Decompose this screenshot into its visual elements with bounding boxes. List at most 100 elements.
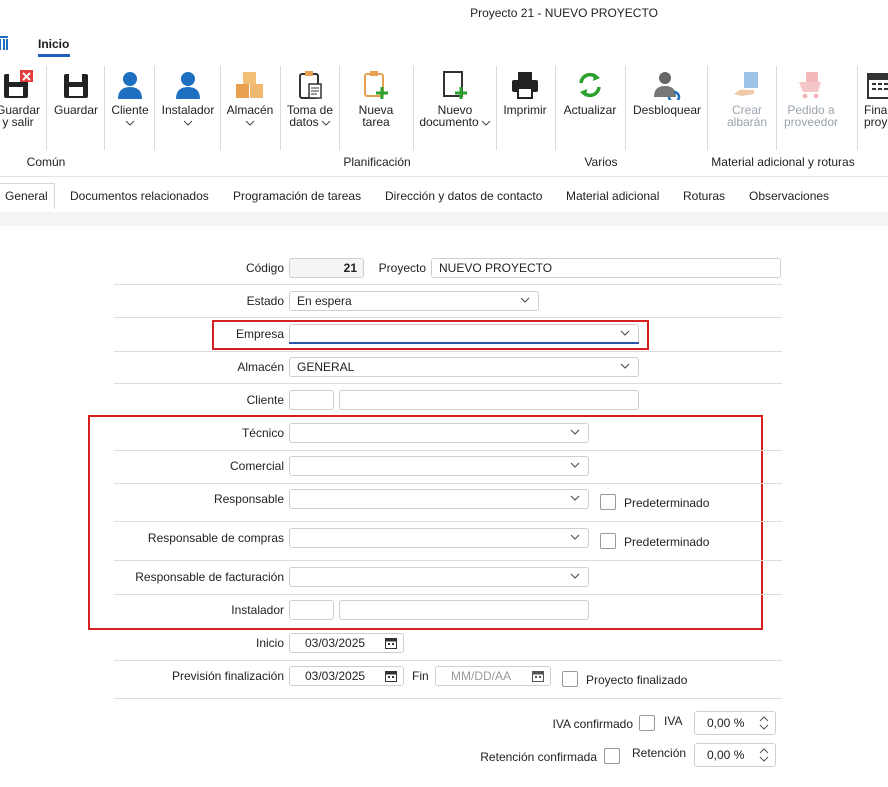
cliente-name-input[interactable] xyxy=(339,390,639,410)
crear-albaran-button[interactable]: Crear albarán xyxy=(722,70,772,128)
iva-spinner[interactable]: 0,00 % xyxy=(694,711,776,735)
calendar-icon[interactable] xyxy=(385,670,397,682)
tab-direccion-contacto[interactable]: Dirección y datos de contacto xyxy=(385,189,542,203)
inicio-value: 03/03/2025 xyxy=(305,636,366,650)
cart-icon xyxy=(799,72,821,99)
new-document-icon xyxy=(443,71,467,99)
save-button[interactable]: Guardar xyxy=(52,70,100,116)
instalador-button[interactable]: Instalador xyxy=(160,70,216,128)
inicio-label: Inicio xyxy=(255,636,284,650)
save-label: Guardar xyxy=(53,103,99,117)
ribbon-separator xyxy=(46,66,47,150)
finalizar-proyecto-button[interactable]: Fina proy xyxy=(862,70,888,128)
retencion-spinner[interactable]: 0,00 % xyxy=(694,743,776,767)
calendar-icon[interactable] xyxy=(532,670,544,682)
tab-documentos-relacionados[interactable]: Documentos relacionados xyxy=(70,189,209,203)
tab-programacion-tareas[interactable]: Programación de tareas xyxy=(233,189,361,203)
save-and-exit-button[interactable]: Guardar y salir xyxy=(0,70,42,128)
ribbon-separator xyxy=(555,66,556,150)
tab-material-adicional[interactable]: Material adicional xyxy=(566,189,659,203)
tab-general[interactable]: General xyxy=(0,183,55,209)
inicio-date-input[interactable]: 03/03/2025 xyxy=(289,633,404,653)
retencion-value: 0,00 % xyxy=(707,748,745,762)
spinner-arrows-icon[interactable] xyxy=(758,748,770,762)
cliente-code-input[interactable] xyxy=(289,390,334,410)
finalizar-proyecto-label-2: proy xyxy=(864,115,888,129)
responsable-predeterminado-checkbox[interactable] xyxy=(600,494,616,510)
tecnico-label: Técnico xyxy=(241,426,284,440)
boxes-icon xyxy=(236,72,263,98)
responsable-facturacion-label: Responsable de facturación xyxy=(135,570,284,584)
iva-value: 0,00 % xyxy=(707,716,745,730)
responsable-select[interactable] xyxy=(289,489,589,509)
nuevo-documento-label-2: documento xyxy=(418,116,492,128)
printer-icon xyxy=(512,72,538,99)
row-divider xyxy=(114,383,782,384)
proyecto-finalizado-checkbox[interactable] xyxy=(562,671,578,687)
nuevo-documento-label-2-text: documento xyxy=(419,115,479,129)
save-and-exit-label-2: y salir xyxy=(2,115,34,129)
comercial-select[interactable] xyxy=(289,456,589,476)
actualizar-button[interactable]: Actualizar xyxy=(560,70,620,116)
menu-tab-inicio[interactable]: Inicio xyxy=(38,37,69,51)
delivery-note-icon xyxy=(734,72,758,96)
codigo-label: Código xyxy=(245,261,284,275)
row-divider xyxy=(114,521,782,522)
nuevo-documento-button[interactable]: Nuevo documento xyxy=(418,70,492,128)
tab-observaciones[interactable]: Observaciones xyxy=(749,189,829,203)
row-divider xyxy=(114,660,782,661)
chevron-down-icon xyxy=(183,120,193,126)
prevision-date-input[interactable]: 03/03/2025 xyxy=(289,666,404,686)
responsable-compras-label: Responsable de compras xyxy=(147,531,284,545)
retencion-confirmada-label: Retención confirmada xyxy=(480,750,597,764)
fin-date-input[interactable]: MM/DD/AA xyxy=(435,666,551,686)
proyecto-label: Proyecto xyxy=(378,261,426,275)
responsable-compras-select[interactable] xyxy=(289,528,589,548)
row-divider xyxy=(114,317,782,318)
tab-roturas[interactable]: Roturas xyxy=(683,189,725,203)
unlock-user-icon xyxy=(654,72,681,100)
iva-confirmado-checkbox[interactable] xyxy=(639,715,655,731)
chevron-down-icon xyxy=(570,495,580,501)
desbloquear-label: Desbloquear xyxy=(632,103,702,117)
calendar-icon xyxy=(867,73,888,99)
proyecto-name-input[interactable]: NUEVO PROYECTO xyxy=(431,258,781,278)
responsable-label: Responsable xyxy=(213,492,284,506)
instalador-code-input[interactable] xyxy=(289,600,334,620)
chevron-down-icon xyxy=(620,363,630,369)
instalador-name-input[interactable] xyxy=(339,600,589,620)
toma-datos-button[interactable]: Toma de datos xyxy=(284,70,336,128)
row-divider xyxy=(114,698,782,699)
chevron-down-icon xyxy=(520,297,530,303)
estado-select[interactable]: En espera xyxy=(289,291,539,311)
chevron-down-icon xyxy=(125,120,135,126)
almacen-select[interactable]: GENERAL xyxy=(289,357,639,377)
group-label-comun: Común xyxy=(26,155,66,169)
pedido-proveedor-button[interactable]: Pedido a proveedor xyxy=(782,70,840,128)
tecnico-select[interactable] xyxy=(289,423,589,443)
nueva-tarea-button[interactable]: Nueva tarea xyxy=(352,70,400,128)
ribbon-separator xyxy=(857,66,858,150)
ribbon-separator xyxy=(104,66,105,150)
nueva-tarea-label-2: tarea xyxy=(362,115,390,129)
cliente-button[interactable]: Cliente xyxy=(108,70,152,128)
retencion-confirmada-checkbox[interactable] xyxy=(604,748,620,764)
calendar-icon[interactable] xyxy=(385,637,397,649)
fin-placeholder: MM/DD/AA xyxy=(451,669,511,683)
responsable-facturacion-select[interactable] xyxy=(289,567,589,587)
iva-label: IVA xyxy=(664,714,683,728)
ribbon-separator xyxy=(220,66,221,150)
ribbon-separator xyxy=(776,66,777,150)
imprimir-button[interactable]: Imprimir xyxy=(500,70,550,116)
desbloquear-button[interactable]: Desbloquear xyxy=(630,70,704,116)
window-title: Proyecto 21 - NUEVO PROYECTO xyxy=(470,6,658,20)
ribbon-separator xyxy=(707,66,708,150)
spinner-arrows-icon[interactable] xyxy=(758,716,770,730)
new-task-icon xyxy=(364,71,388,99)
row-divider xyxy=(114,483,782,484)
retencion-label: Retención xyxy=(632,746,687,760)
almacen-button[interactable]: Almacén xyxy=(224,70,276,128)
group-label-planificacion: Planificación xyxy=(343,155,411,169)
responsable-compras-predeterminado-checkbox[interactable] xyxy=(600,533,616,549)
refresh-icon xyxy=(579,72,601,98)
